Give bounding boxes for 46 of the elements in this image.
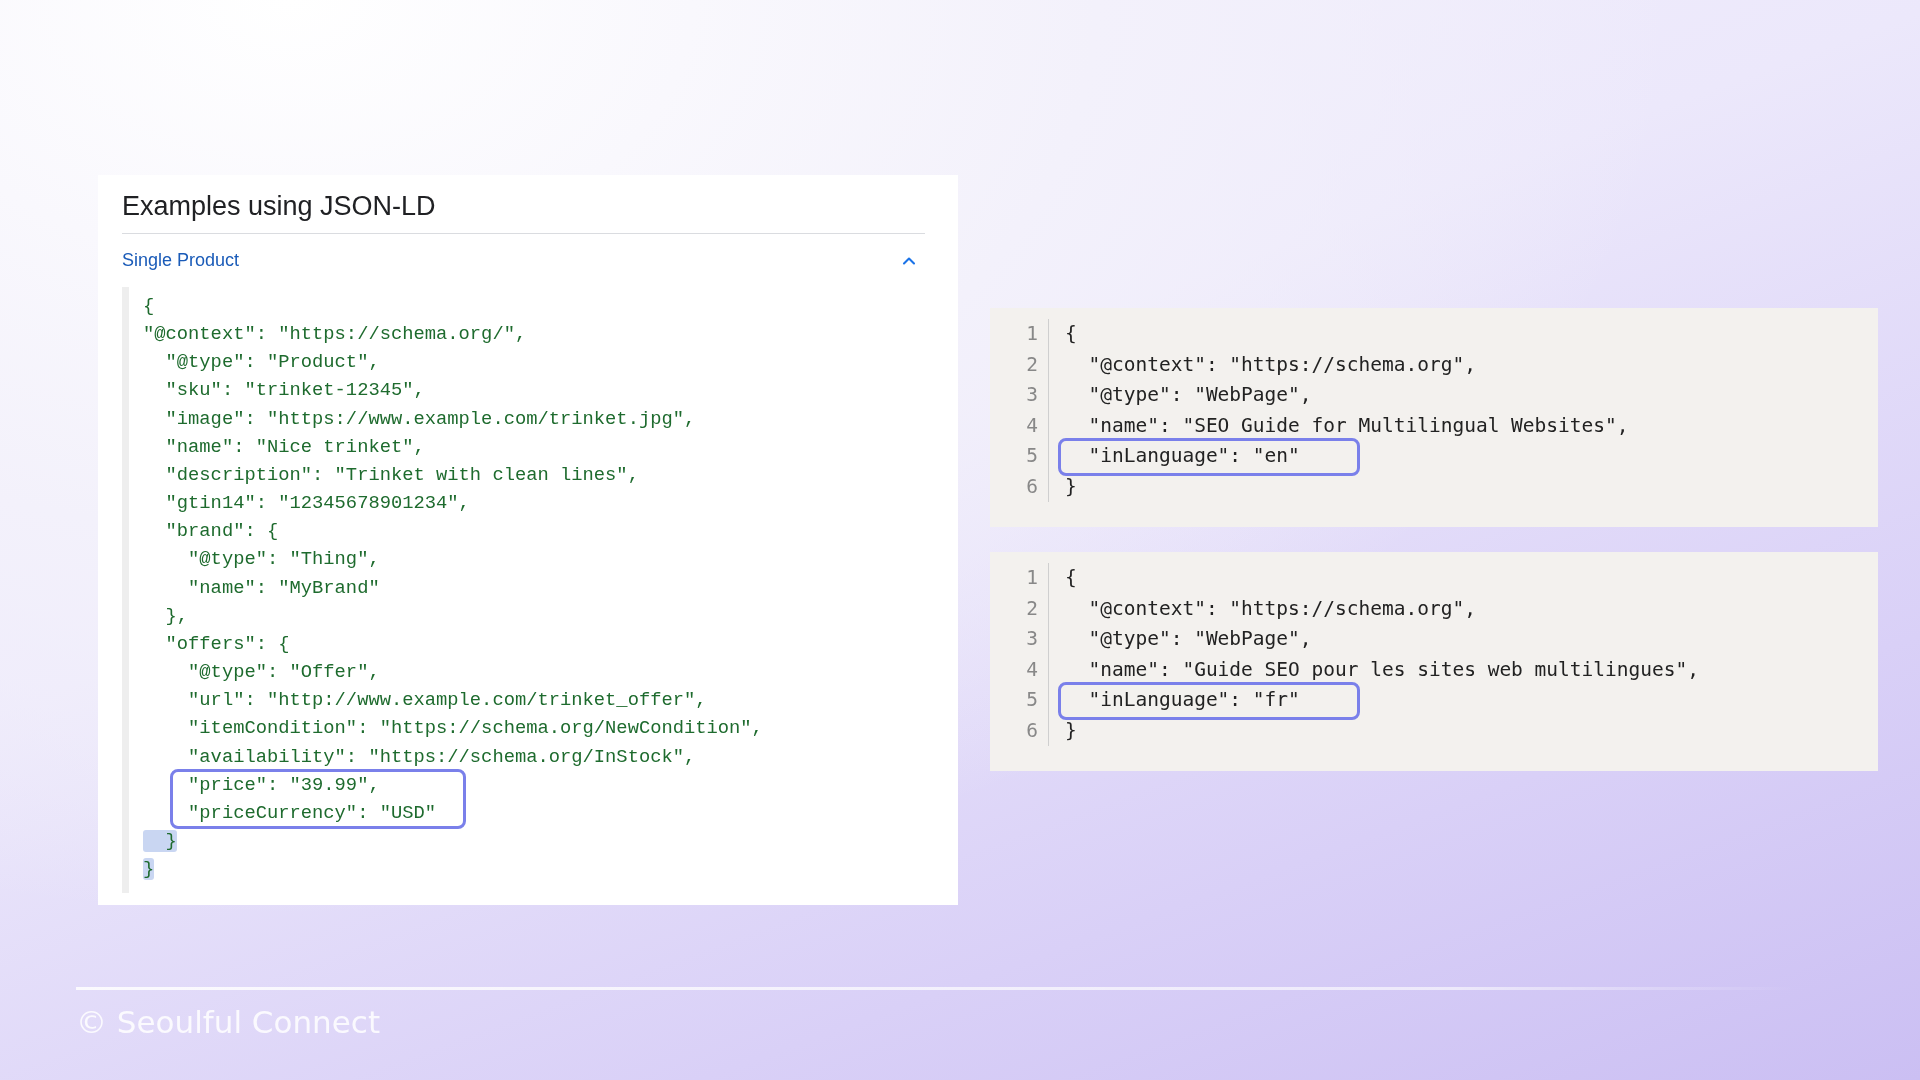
code-line: { xyxy=(143,295,155,317)
code-line: "availability": "https://schema.org/InStock", xyxy=(187,745,696,768)
line-number: 2 xyxy=(1014,349,1049,380)
code-line: "@type": "WebPage", xyxy=(1087,383,1312,406)
line-number: 4 xyxy=(1014,654,1049,685)
code-line: "inLanguage": "en" xyxy=(1087,444,1300,467)
code-line: "description": "Trinket with clean lines", xyxy=(164,463,639,486)
code-line: "name": "MyBrand" xyxy=(187,576,380,599)
code-line: "itemCondition": "https://schema.org/NewCondition", xyxy=(187,717,763,740)
code-line: "brand": { xyxy=(164,520,279,543)
code-line: "sku": "trinket-12345", xyxy=(164,379,425,402)
code-line: "@type": "Thing", xyxy=(187,548,380,571)
line-number: 2 xyxy=(1014,593,1049,624)
accordion-title[interactable]: Single Product xyxy=(122,250,240,271)
line-number: 3 xyxy=(1014,380,1049,411)
section-heading: Examples using JSON-LD xyxy=(122,193,925,234)
code-line: { xyxy=(1065,566,1077,589)
code-line: "inLanguage": "fr" xyxy=(1087,688,1300,711)
line-number: 4 xyxy=(1014,410,1049,441)
code-line: "@context": "https://schema.org", xyxy=(1087,352,1476,376)
line-number: 1 xyxy=(1014,563,1049,594)
line-number: 6 xyxy=(1014,471,1049,502)
code-line: }, xyxy=(164,604,189,627)
code-line: "@type": "Product", xyxy=(164,351,380,374)
code-line: "name": "Guide SEO pour les sites web multilingues", xyxy=(1087,657,1699,681)
code-line: "price": "39.99", xyxy=(187,773,380,796)
line-number: 5 xyxy=(1014,441,1049,472)
code-line: } xyxy=(1065,718,1077,742)
line-number: 5 xyxy=(1014,685,1049,716)
code-line: "name": "SEO Guide for Multilingual Websites", xyxy=(1087,413,1629,437)
code-line: "@type": "WebPage", xyxy=(1087,627,1312,650)
code-line: "url": "http://www.example.com/trinket_offer", xyxy=(187,689,707,712)
code-line: "image": "https://www.example.com/trinket.jpg", xyxy=(164,407,696,430)
code-line: "priceCurrency": "USD" xyxy=(187,801,437,824)
code-line: { xyxy=(1065,322,1077,345)
code-line: } xyxy=(143,858,155,881)
line-number: 3 xyxy=(1014,624,1049,655)
code-line: "name": "Nice trinket", xyxy=(164,435,425,458)
code-line: } xyxy=(1065,474,1077,498)
code-line: "@context": "https://schema.org", xyxy=(1087,596,1476,620)
code-line: "offers": { xyxy=(164,632,290,655)
code-line: "gtin14": "12345678901234", xyxy=(164,492,470,515)
line-number: 1 xyxy=(1014,319,1049,350)
code-line: "@type": "Offer", xyxy=(187,661,380,684)
code-line: "@context": "https://schema.org/", xyxy=(143,323,527,346)
line-number: 6 xyxy=(1014,715,1049,746)
